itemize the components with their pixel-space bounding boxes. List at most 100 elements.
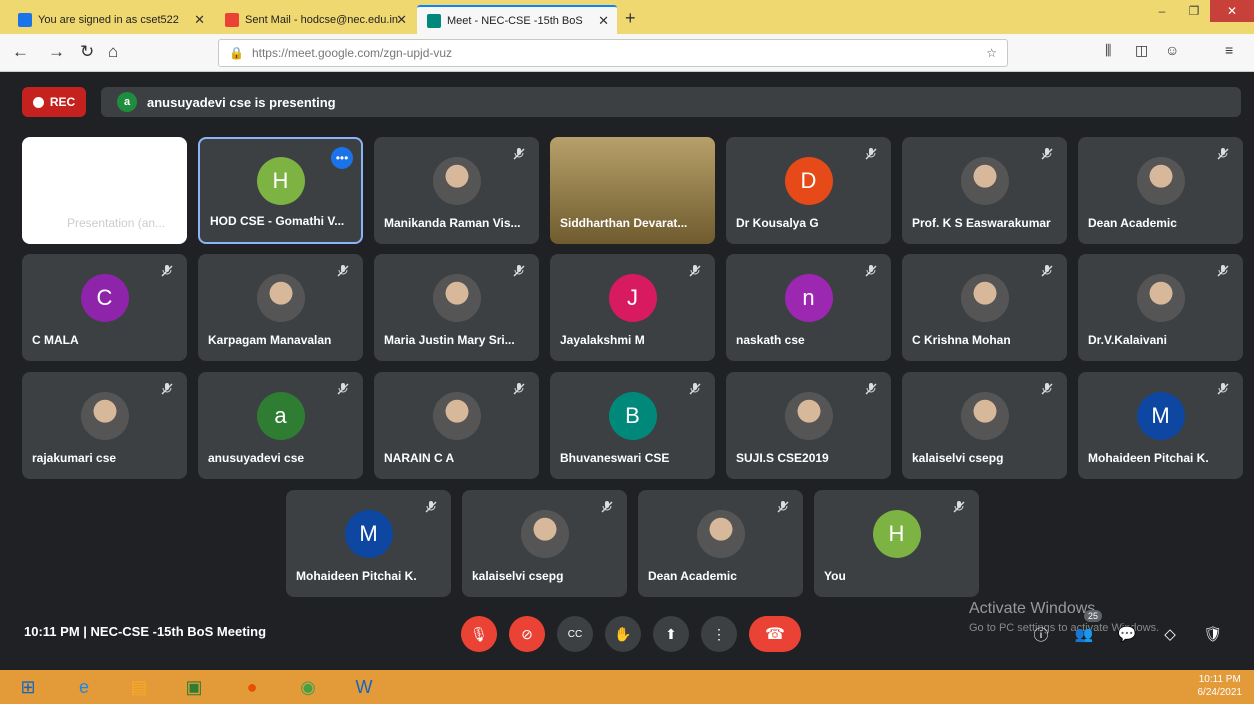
participant-name: Jayalakshmi M bbox=[560, 333, 645, 347]
activities-icon[interactable]: ◇ bbox=[1158, 622, 1182, 646]
avatar: n bbox=[784, 273, 833, 322]
participant-tile[interactable]: Dean Academic bbox=[638, 490, 803, 597]
firefox-icon[interactable]: ● bbox=[238, 674, 266, 700]
avatar: M bbox=[1136, 391, 1185, 440]
participant-tile[interactable]: kalaiselvi csepg bbox=[462, 490, 627, 597]
avatar bbox=[520, 509, 569, 558]
chrome-icon[interactable]: ◉ bbox=[294, 674, 322, 700]
avatar: H bbox=[872, 509, 921, 558]
participant-name: You bbox=[824, 569, 846, 583]
people-icon[interactable]: 👥 bbox=[1072, 622, 1096, 646]
avatar bbox=[784, 391, 833, 440]
sidebar-icon[interactable]: ◫ bbox=[1135, 42, 1148, 59]
participant-tile[interactable]: Prof. K S Easwarakumar bbox=[902, 137, 1067, 244]
close-window-button[interactable]: ✕ bbox=[1210, 0, 1254, 22]
file-explorer-icon[interactable]: ▤ bbox=[125, 674, 153, 700]
bookmark-star-icon[interactable]: ☆ bbox=[986, 46, 997, 60]
mic-muted-icon bbox=[1040, 147, 1054, 161]
hangup-button[interactable]: ☎ bbox=[749, 616, 801, 652]
tab-label: You are signed in as cset522 bbox=[38, 13, 179, 26]
participant-tile[interactable]: SUJI.S CSE2019 bbox=[726, 372, 891, 479]
participant-name: Presentation (an... bbox=[67, 216, 166, 230]
windows-taskbar: ⊞ e ▤ ▣ ● ◉ W 10:11 PM 6/24/2021 bbox=[0, 670, 1254, 704]
participant-tile[interactable]: Maria Justin Mary Sri... bbox=[374, 254, 539, 361]
activate-windows-title: Activate Windows bbox=[969, 600, 1096, 617]
tab-signed-in[interactable]: You are signed in as cset522 ✕ bbox=[8, 5, 213, 34]
url-text: https://meet.google.com/zgn-upjd-vuz bbox=[251, 46, 453, 60]
meet-icon bbox=[427, 13, 441, 28]
system-clock[interactable]: 10:11 PM 6/24/2021 bbox=[1198, 673, 1243, 699]
present-button[interactable]: ⬆ bbox=[653, 616, 689, 652]
reload-icon[interactable]: ↻ bbox=[80, 42, 94, 62]
participant-tile[interactable]: Siddharthan Devarat... bbox=[550, 137, 715, 244]
participant-tile[interactable]: CC MALA bbox=[22, 254, 187, 361]
participant-name: Manikanda Raman Vis... bbox=[384, 216, 521, 230]
more-options-button[interactable]: ⋮ bbox=[701, 616, 737, 652]
participant-tile[interactable]: M Mohaideen Pitchai K. bbox=[286, 490, 451, 597]
tab-label: Sent Mail - hodcse@nec.edu.in bbox=[245, 13, 399, 26]
rec-label: REC bbox=[49, 95, 76, 109]
participant-name: Dr.V.Kalaivani bbox=[1088, 333, 1167, 347]
browser-navbar: ← → ↻ ⌂ 🔒 https://meet.google.com/zgn-up… bbox=[0, 34, 1254, 72]
home-icon[interactable]: ⌂ bbox=[108, 42, 118, 62]
avatar bbox=[696, 509, 745, 558]
participant-tile[interactable]: J Jayalakshmi M bbox=[550, 254, 715, 361]
library-icon[interactable]: ⫼ bbox=[1105, 42, 1111, 59]
raise-hand-button[interactable]: ✋ bbox=[605, 616, 641, 652]
store-icon[interactable]: ▣ bbox=[180, 674, 208, 700]
participant-tile[interactable]: Presentation (an... bbox=[22, 137, 187, 244]
windows-start-icon[interactable]: ⊞ bbox=[14, 674, 42, 700]
participant-tile[interactable]: Dean Academic bbox=[1078, 137, 1243, 244]
clock-time: 10:11 PM bbox=[1198, 674, 1241, 685]
word-icon[interactable]: W bbox=[350, 674, 378, 700]
participant-tile[interactable]: Dr.V.Kalaivani bbox=[1078, 254, 1243, 361]
participant-tile[interactable]: C Krishna Mohan bbox=[902, 254, 1067, 361]
participant-name: Dr Kousalya G bbox=[736, 216, 819, 230]
ie-icon[interactable]: e bbox=[70, 674, 98, 700]
minimize-button[interactable]: – bbox=[1146, 0, 1178, 22]
participant-tile[interactable]: a anusuyadevi cse bbox=[198, 372, 363, 479]
close-icon[interactable]: ✕ bbox=[194, 12, 205, 28]
chat-icon[interactable]: 💬 bbox=[1115, 622, 1139, 646]
captions-button[interactable]: CC bbox=[557, 616, 593, 652]
mic-off-button[interactable]: 🎙 bbox=[461, 616, 497, 652]
participant-name: HOD CSE - Gomathi V... bbox=[210, 214, 345, 228]
mic-muted-icon bbox=[952, 500, 966, 514]
participant-name: Prof. K S Easwarakumar bbox=[912, 216, 1051, 230]
clock-date: 6/24/2021 bbox=[1197, 687, 1243, 698]
forward-icon[interactable]: → bbox=[48, 42, 65, 62]
maximize-button[interactable]: ❐ bbox=[1178, 0, 1210, 22]
account-icon[interactable]: ☺ bbox=[1165, 42, 1179, 58]
participant-tile[interactable]: H You bbox=[814, 490, 979, 597]
host-controls-icon[interactable]: 🛡 bbox=[1201, 622, 1225, 646]
meeting-control-bar: 10:11 PM | NEC-CSE -15th BoS Meeting 🎙 ⊘… bbox=[9, 600, 1245, 670]
new-tab-button[interactable]: + bbox=[625, 8, 636, 29]
back-icon[interactable]: ← bbox=[12, 42, 29, 62]
more-options-icon[interactable]: ••• bbox=[331, 147, 353, 169]
tab-meet[interactable]: Meet - NEC-CSE -15th BoS ✕ bbox=[417, 5, 617, 34]
close-icon[interactable]: ✕ bbox=[598, 13, 609, 29]
participant-tile[interactable]: H ••• HOD CSE - Gomathi V... bbox=[198, 137, 363, 244]
gmail-icon bbox=[225, 12, 239, 27]
avatar bbox=[960, 156, 1009, 205]
participant-name: C Krishna Mohan bbox=[912, 333, 1011, 347]
participant-tile[interactable]: B Bhuvaneswari CSE bbox=[550, 372, 715, 479]
mic-muted-icon bbox=[1216, 147, 1230, 161]
participant-name: Bhuvaneswari CSE bbox=[560, 451, 670, 465]
participant-tile[interactable]: Manikanda Raman Vis... bbox=[374, 137, 539, 244]
participant-tile[interactable]: kalaiselvi csepg bbox=[902, 372, 1067, 479]
participant-tile[interactable]: n naskath cse bbox=[726, 254, 891, 361]
participant-tile[interactable]: rajakumari cse bbox=[22, 372, 187, 479]
participant-name: Karpagam Manavalan bbox=[208, 333, 332, 347]
close-icon[interactable]: ✕ bbox=[396, 12, 407, 28]
url-bar[interactable]: 🔒 https://meet.google.com/zgn-upjd-vuz ☆ bbox=[218, 39, 1008, 67]
participant-tile[interactable]: D Dr Kousalya G bbox=[726, 137, 891, 244]
info-icon[interactable]: ⓘ bbox=[1029, 622, 1053, 646]
participant-tile[interactable]: Karpagam Manavalan bbox=[198, 254, 363, 361]
participant-tile[interactable]: NARAIN C A bbox=[374, 372, 539, 479]
participant-tile[interactable]: M Mohaideen Pitchai K. bbox=[1078, 372, 1243, 479]
menu-icon[interactable]: ≡ bbox=[1225, 42, 1233, 58]
tab-sent-mail[interactable]: Sent Mail - hodcse@nec.edu.in ✕ bbox=[215, 5, 415, 34]
mic-muted-icon bbox=[1216, 264, 1230, 278]
camera-off-button[interactable]: ⊘ bbox=[509, 616, 545, 652]
